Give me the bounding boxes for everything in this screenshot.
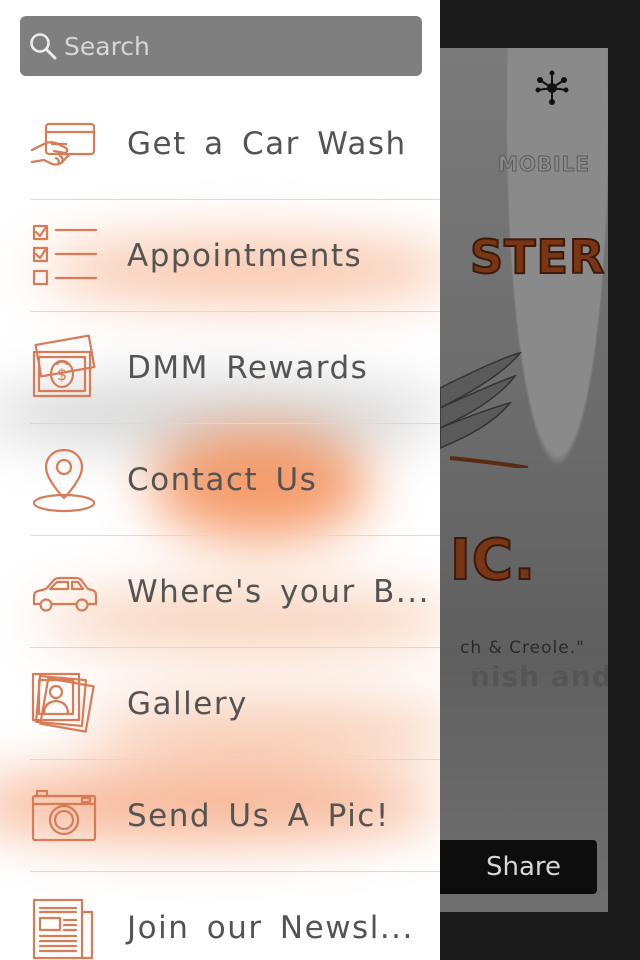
menu-item-label: Get a Car Wash — [127, 126, 407, 162]
wing-graphic — [440, 351, 529, 468]
search-icon — [30, 33, 57, 60]
menu-item-label: Where's your B... — [127, 574, 430, 610]
flyer-badge-text: MOBILE — [498, 152, 590, 177]
svg-text:$: $ — [57, 365, 67, 384]
menu-item-appointments[interactable]: Appointments — [0, 200, 440, 312]
menu-item-send-us-a-pic[interactable]: Send Us A Pic! — [0, 760, 440, 872]
menu-item-dmm-rewards[interactable]: $ DMM Rewards — [0, 312, 440, 424]
menu-item-label: Send Us A Pic! — [127, 798, 390, 834]
search-input[interactable] — [62, 30, 406, 62]
menu-item-join-our-newsletter[interactable]: Join our Newsl... — [0, 872, 440, 960]
map-pin-icon — [32, 448, 96, 513]
flyer-headline-text: STER — [469, 229, 606, 285]
share-button[interactable]: Share — [440, 840, 597, 894]
share-network-icon[interactable] — [532, 68, 572, 108]
flyer-subtitle-text: nish and Cr — [470, 660, 608, 693]
search-bar[interactable] — [20, 16, 422, 76]
money-icon: $ — [32, 334, 96, 398]
card-hand-icon — [30, 122, 96, 166]
flyer-tagline-text: ch & Creole." — [460, 638, 585, 658]
menu-item-gallery[interactable]: Gallery — [0, 648, 440, 760]
drawer-menu: Get a Car Wash Appointments $ DMM Reward… — [0, 88, 440, 960]
menu-item-contact-us[interactable]: Contact Us — [0, 424, 440, 536]
background-app[interactable]: MOBILE STER IC. ch & Creole." nish and C… — [440, 48, 608, 912]
menu-item-label: Join our Newsl... — [127, 910, 414, 946]
newspaper-icon — [32, 898, 94, 960]
menu-item-label: Gallery — [127, 686, 248, 722]
photo-stack-icon — [31, 672, 95, 733]
side-drawer: Get a Car Wash Appointments — [0, 0, 440, 960]
menu-item-wheres-your-b[interactable]: Where's your B... — [0, 536, 440, 648]
menu-item-label: Appointments — [127, 238, 363, 274]
right-dim-area — [608, 0, 640, 960]
screen: MOBILE STER IC. ch & Creole." nish and C… — [0, 0, 640, 960]
menu-item-label: DMM Rewards — [127, 350, 369, 386]
car-icon — [32, 576, 98, 612]
menu-item-get-a-car-wash[interactable]: Get a Car Wash — [0, 88, 440, 200]
flyer-image — [440, 48, 608, 912]
checklist-icon — [32, 224, 98, 286]
camera-icon — [31, 789, 97, 842]
menu-item-label: Contact Us — [127, 462, 318, 498]
flyer-company-text: IC. — [449, 527, 537, 594]
